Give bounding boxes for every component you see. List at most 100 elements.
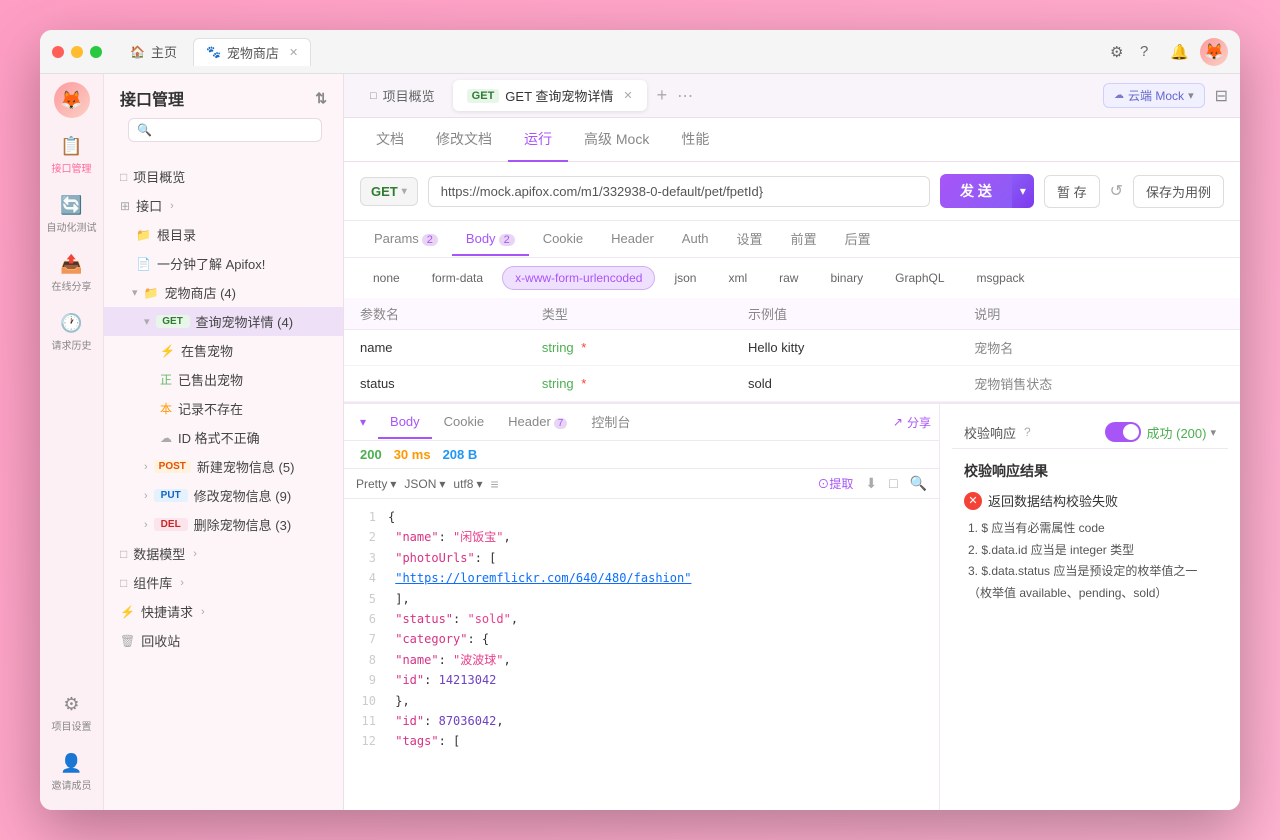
tab-get-pet[interactable]: GET GET 查询宠物详情 ✕ xyxy=(453,80,647,111)
sort-icon[interactable]: ⇅ xyxy=(315,90,327,107)
sidebar-item-request-history[interactable]: 🕐 请求历史 xyxy=(40,303,103,362)
method-del-badge: DEL xyxy=(154,518,188,531)
body-type-binary[interactable]: binary xyxy=(817,266,876,290)
send-button[interactable]: 发 送 xyxy=(940,174,1012,208)
params-tab-pre[interactable]: 前置 xyxy=(777,221,831,258)
sub-tab-edit-doc[interactable]: 修改文档 xyxy=(420,118,508,162)
pet-shop-tab[interactable]: 🐾 宠物商店 ✕ xyxy=(193,38,311,66)
format-icon[interactable]: ≡ xyxy=(490,476,498,492)
body-type-xml[interactable]: xml xyxy=(715,266,760,290)
response-tab-cookie[interactable]: Cookie xyxy=(432,406,496,439)
sidebar-item-online-share[interactable]: 📤 在线分享 xyxy=(40,244,103,303)
avatar[interactable]: 🦊 xyxy=(1200,38,1228,66)
sub-tab-run[interactable]: 运行 xyxy=(508,118,568,162)
tree-item-pet-sold[interactable]: 正 已售出宠物 xyxy=(104,365,343,394)
tree-item-data-models[interactable]: □ 数据模型 › xyxy=(104,539,343,568)
params-tab-cookie[interactable]: Cookie xyxy=(529,223,597,256)
validate-toggle-switch[interactable] xyxy=(1105,422,1141,442)
save-example-button[interactable]: 保存为用例 xyxy=(1133,175,1224,208)
response-actions: ↗ 分享 xyxy=(885,410,939,435)
url-input[interactable] xyxy=(428,176,930,207)
param-type-status: string * xyxy=(526,366,732,402)
tree-item-intro-apifox[interactable]: 📄 一分钟了解 Apifox! xyxy=(104,249,343,278)
params-tab-header[interactable]: Header xyxy=(597,223,668,256)
sub-tab-performance[interactable]: 性能 xyxy=(665,118,725,162)
refresh-button[interactable]: ↺ xyxy=(1110,181,1123,201)
extract-button[interactable]: ⊙提取 xyxy=(817,475,853,492)
json-line: 9 "id": 14213042 xyxy=(360,670,923,690)
body-type-graphql[interactable]: GraphQL xyxy=(882,266,957,290)
notification-icon[interactable]: 🔔 xyxy=(1170,43,1188,61)
validation-error-text: 返回数据结构校验失败 xyxy=(988,491,1118,510)
tree-item-del-pet-info[interactable]: › DEL 删除宠物信息 (3) xyxy=(104,510,343,539)
sub-tab-doc[interactable]: 文档 xyxy=(360,118,420,162)
tree-header-actions: ⇅ xyxy=(315,90,327,107)
invite-member-icon: 👤 xyxy=(60,753,82,774)
tree-item-api-folder[interactable]: ⊞ 接口 › xyxy=(104,191,343,220)
params-tab-params[interactable]: Params2 xyxy=(360,223,452,256)
share-button[interactable]: ↗ 分享 xyxy=(885,410,939,435)
maximize-button[interactable] xyxy=(90,46,102,58)
close-button[interactable] xyxy=(52,46,64,58)
settings-icon[interactable]: ⚙ xyxy=(1110,43,1128,61)
pretty-select[interactable]: Pretty ▾ xyxy=(356,477,396,491)
params-tab-body[interactable]: Body2 xyxy=(452,223,529,256)
tree-item-pet-not-exist[interactable]: 本 记录不存在 xyxy=(104,394,343,423)
body-type-raw[interactable]: raw xyxy=(766,266,811,290)
cloud-mock-badge[interactable]: ☁ 云端 Mock ▾ xyxy=(1103,83,1205,108)
folder-chevron-icon: ▾ xyxy=(132,286,138,299)
tree-item-pet-id-invalid[interactable]: ☁ ID 格式不正确 xyxy=(104,423,343,452)
collapse-arrow[interactable]: ▾ xyxy=(356,415,378,429)
tree-item-pet-for-sale[interactable]: ⚡ 在售宠物 xyxy=(104,336,343,365)
params-tab-auth[interactable]: Auth xyxy=(668,223,723,256)
body-type-none[interactable]: none xyxy=(360,266,413,290)
post-chevron-icon: › xyxy=(144,461,148,473)
response-tab-body[interactable]: Body xyxy=(378,406,432,439)
sidebar-item-auto-test[interactable]: 🔄 自动化测试 xyxy=(40,185,103,244)
chevron-right-icon: › xyxy=(170,200,174,212)
json-select[interactable]: JSON ▾ xyxy=(404,477,445,491)
tree-item-root-dir[interactable]: 📁 根目录 xyxy=(104,220,343,249)
sub-tab-advanced-mock[interactable]: 高级 Mock xyxy=(568,118,665,162)
help-icon[interactable]: ? xyxy=(1140,43,1158,61)
search-input[interactable] xyxy=(158,123,313,137)
sidebar-item-invite-member[interactable]: 👤 邀请成员 xyxy=(40,743,103,802)
response-tab-header[interactable]: Header7 xyxy=(496,406,579,439)
tree-item-post-new-pet[interactable]: › POST 新建宠物信息 (5) xyxy=(104,452,343,481)
sidebar-item-api-manage[interactable]: 📋 接口管理 xyxy=(40,126,103,185)
tree-item-get-pet-detail[interactable]: ▾ GET 查询宠物详情 (4) xyxy=(104,307,343,336)
add-tab-icon[interactable]: + xyxy=(651,85,674,106)
encoding-select[interactable]: utf8 ▾ xyxy=(453,477,482,491)
params-tab-settings[interactable]: 设置 xyxy=(723,221,777,258)
tree-item-put-pet-info[interactable]: › PUT 修改宠物信息 (9) xyxy=(104,481,343,510)
tree-item-recycle-bin[interactable]: 🗑 回收站 xyxy=(104,626,343,655)
minimize-button[interactable] xyxy=(71,46,83,58)
home-tab[interactable]: 🏠 主页 xyxy=(118,38,189,65)
params-tab-post[interactable]: 后置 xyxy=(831,221,885,258)
sidebar-item-project-settings[interactable]: ⚙ 项目设置 xyxy=(40,684,103,743)
tree-item-quick-request[interactable]: ⚡ 快捷请求 › xyxy=(104,597,343,626)
more-tabs-icon[interactable]: ⋯ xyxy=(677,86,693,106)
send-arrow-button[interactable]: ▾ xyxy=(1012,174,1034,208)
response-tab-console[interactable]: 控制台 xyxy=(579,404,642,441)
tab-project-overview[interactable]: □ 项目概览 xyxy=(356,80,449,111)
tab-get-close-icon[interactable]: ✕ xyxy=(623,89,632,102)
tree-item-pet-shop-folder[interactable]: ▾ 📁 宠物商店 (4) xyxy=(104,278,343,307)
body-type-msgpack[interactable]: msgpack xyxy=(964,266,1038,290)
tab-close-icon[interactable]: ✕ xyxy=(289,46,298,59)
copy-icon[interactable]: □ xyxy=(889,475,897,492)
titlebar-actions: ⚙ ? 🔔 🦊 xyxy=(1110,38,1228,66)
body-type-urlencoded[interactable]: x-www-form-urlencoded xyxy=(502,266,655,290)
body-type-json[interactable]: json xyxy=(661,266,709,290)
download-icon[interactable]: ⬇ xyxy=(865,475,877,492)
method-select[interactable]: GET ▾ xyxy=(360,177,418,206)
components-icon: □ xyxy=(120,576,127,590)
body-type-form-data[interactable]: form-data xyxy=(419,266,496,290)
tree-search-row: 🔍 ⊞ + xyxy=(104,118,343,158)
save-button[interactable]: 暂 存 xyxy=(1044,175,1100,208)
search-response-icon[interactable]: 🔍 xyxy=(910,475,927,492)
tree-item-project-overview[interactable]: □ 项目概览 xyxy=(104,162,343,191)
layout-icon[interactable]: ⊟ xyxy=(1215,86,1228,106)
tree-item-components[interactable]: □ 组件库 › xyxy=(104,568,343,597)
col-desc: 说明 xyxy=(958,298,1240,330)
